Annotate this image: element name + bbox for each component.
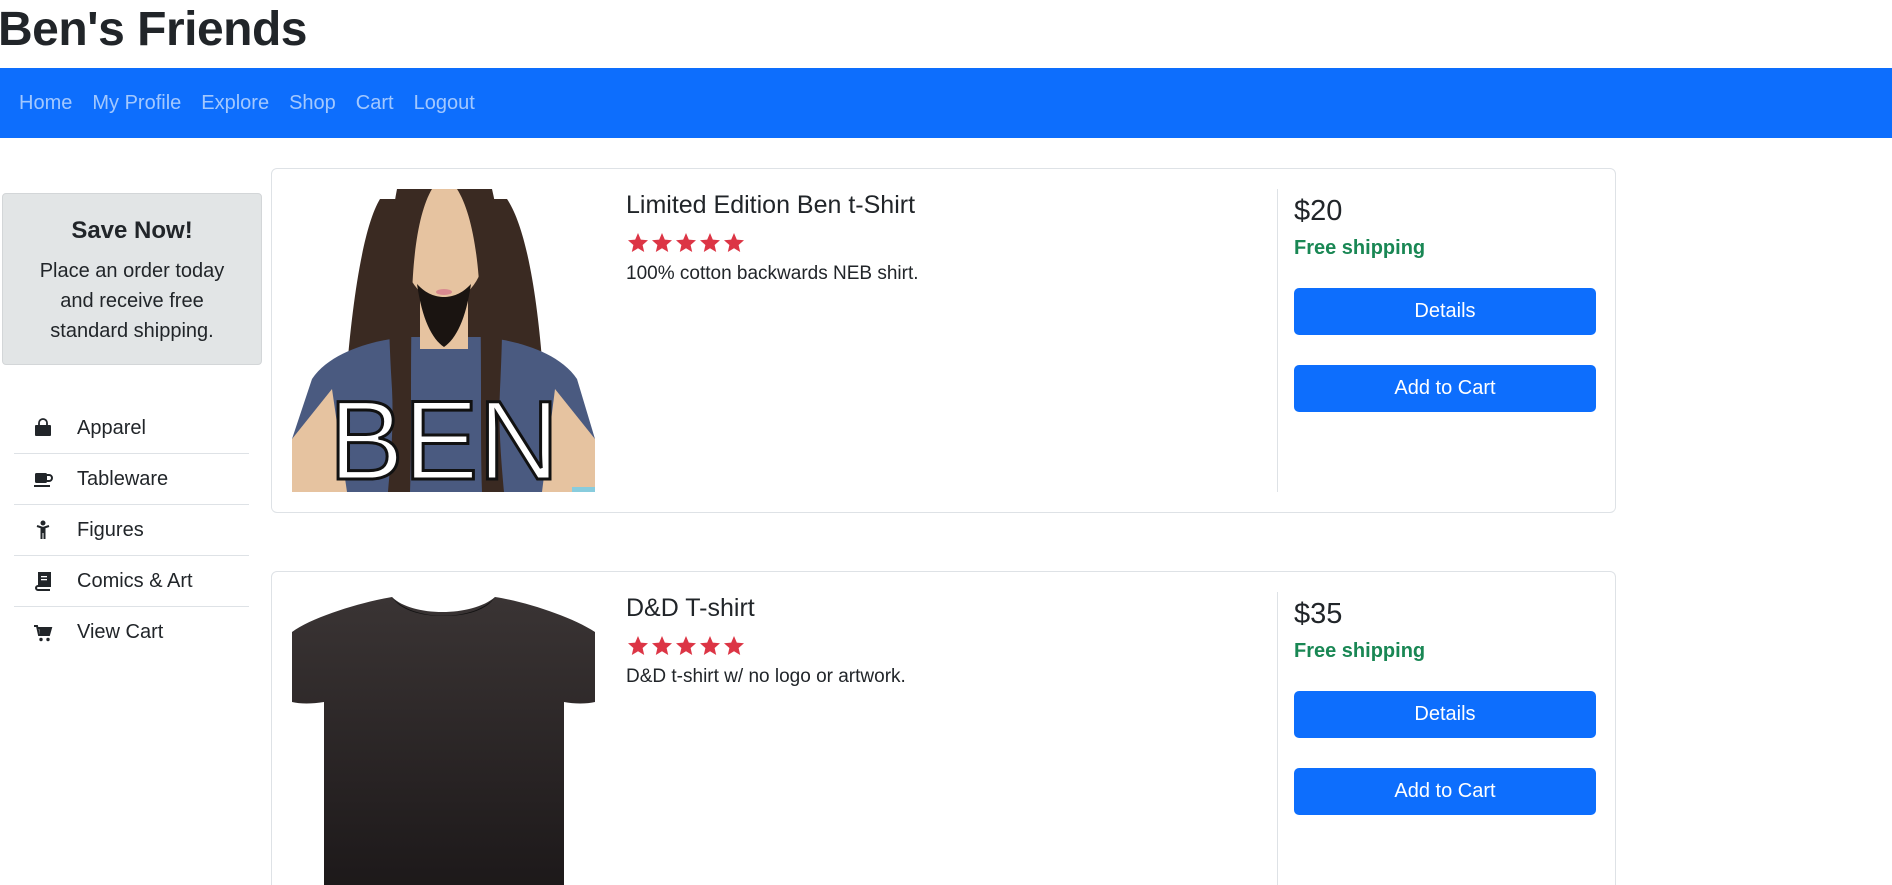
category-label: Apparel bbox=[77, 416, 146, 439]
product-price: $20 bbox=[1294, 195, 1343, 227]
category-label: Tableware bbox=[77, 467, 169, 490]
price-column: $20 Free shipping Details Add to Cart bbox=[1294, 189, 1596, 412]
add-to-cart-button[interactable]: Add to Cart bbox=[1294, 365, 1596, 412]
category-item-figures[interactable]: Figures bbox=[14, 505, 249, 556]
category-label: Figures bbox=[77, 518, 144, 541]
nav-logout[interactable]: Logout bbox=[414, 92, 475, 115]
star-icon bbox=[700, 233, 720, 252]
shopping-bag-icon bbox=[33, 418, 53, 438]
product-card: D&D T-shirt D&D t-shirt w/ no logo or ar… bbox=[271, 571, 1616, 885]
child-figure-icon bbox=[33, 520, 53, 540]
category-label: Comics & Art bbox=[77, 569, 193, 592]
product-image[interactable] bbox=[292, 592, 595, 885]
details-button[interactable]: Details bbox=[1294, 288, 1596, 335]
category-list: Apparel Tableware Figures Comics & Art V… bbox=[14, 403, 249, 658]
star-icon bbox=[700, 636, 720, 655]
nav-home[interactable]: Home bbox=[19, 92, 72, 115]
star-icon bbox=[628, 233, 648, 252]
promo-title: Save Now! bbox=[71, 217, 193, 244]
nav-shop[interactable]: Shop bbox=[289, 92, 336, 115]
product-info: Limited Edition Ben t-Shirt 100% cotton … bbox=[626, 189, 919, 285]
product-name[interactable]: Limited Edition Ben t-Shirt bbox=[626, 189, 919, 221]
rating-stars bbox=[626, 634, 906, 658]
cart-icon bbox=[33, 623, 53, 643]
shirt-text: BEN bbox=[329, 378, 559, 492]
book-icon bbox=[33, 571, 53, 591]
promo-box: Save Now! Place an order today and recei… bbox=[2, 193, 262, 365]
nav-my-profile[interactable]: My Profile bbox=[92, 92, 181, 115]
product-name[interactable]: D&D T-shirt bbox=[626, 592, 906, 624]
price-column: $35 Free shipping Details Add to Cart bbox=[1294, 592, 1596, 815]
divider bbox=[1277, 189, 1278, 492]
top-navbar: Home My Profile Explore Shop Cart Logout bbox=[0, 68, 1892, 138]
star-icon bbox=[652, 233, 672, 252]
star-icon bbox=[724, 636, 744, 655]
product-description: 100% cotton backwards NEB shirt. bbox=[626, 263, 919, 284]
star-icon bbox=[676, 233, 696, 252]
category-item-view-cart[interactable]: View Cart bbox=[14, 607, 249, 658]
star-icon bbox=[652, 636, 672, 655]
category-label: View Cart bbox=[77, 621, 164, 643]
star-icon bbox=[628, 636, 648, 655]
star-icon bbox=[676, 636, 696, 655]
site-title: Ben's Friends bbox=[0, 3, 308, 56]
product-image[interactable]: BEN bbox=[292, 189, 595, 492]
category-item-comics-art[interactable]: Comics & Art bbox=[14, 556, 249, 607]
shipping-label: Free shipping bbox=[1294, 640, 1426, 662]
shipping-label: Free shipping bbox=[1294, 237, 1426, 259]
star-icon bbox=[724, 233, 744, 252]
nav-explore[interactable]: Explore bbox=[201, 92, 269, 115]
category-item-tableware[interactable]: Tableware bbox=[14, 454, 249, 505]
nav-cart[interactable]: Cart bbox=[356, 92, 394, 115]
category-item-apparel[interactable]: Apparel bbox=[14, 403, 249, 454]
add-to-cart-button[interactable]: Add to Cart bbox=[1294, 768, 1596, 815]
details-button[interactable]: Details bbox=[1294, 691, 1596, 738]
product-description: D&D t-shirt w/ no logo or artwork. bbox=[626, 666, 906, 687]
product-price: $35 bbox=[1294, 598, 1343, 630]
rating-stars bbox=[626, 231, 919, 255]
divider bbox=[1277, 592, 1278, 885]
promo-text: Place an order today and receive free st… bbox=[39, 260, 225, 342]
product-info: D&D T-shirt D&D t-shirt w/ no logo or ar… bbox=[626, 592, 906, 688]
mug-icon bbox=[33, 469, 53, 489]
product-card: BEN Limited Edition Ben t-Shirt 100% cot… bbox=[271, 168, 1616, 513]
